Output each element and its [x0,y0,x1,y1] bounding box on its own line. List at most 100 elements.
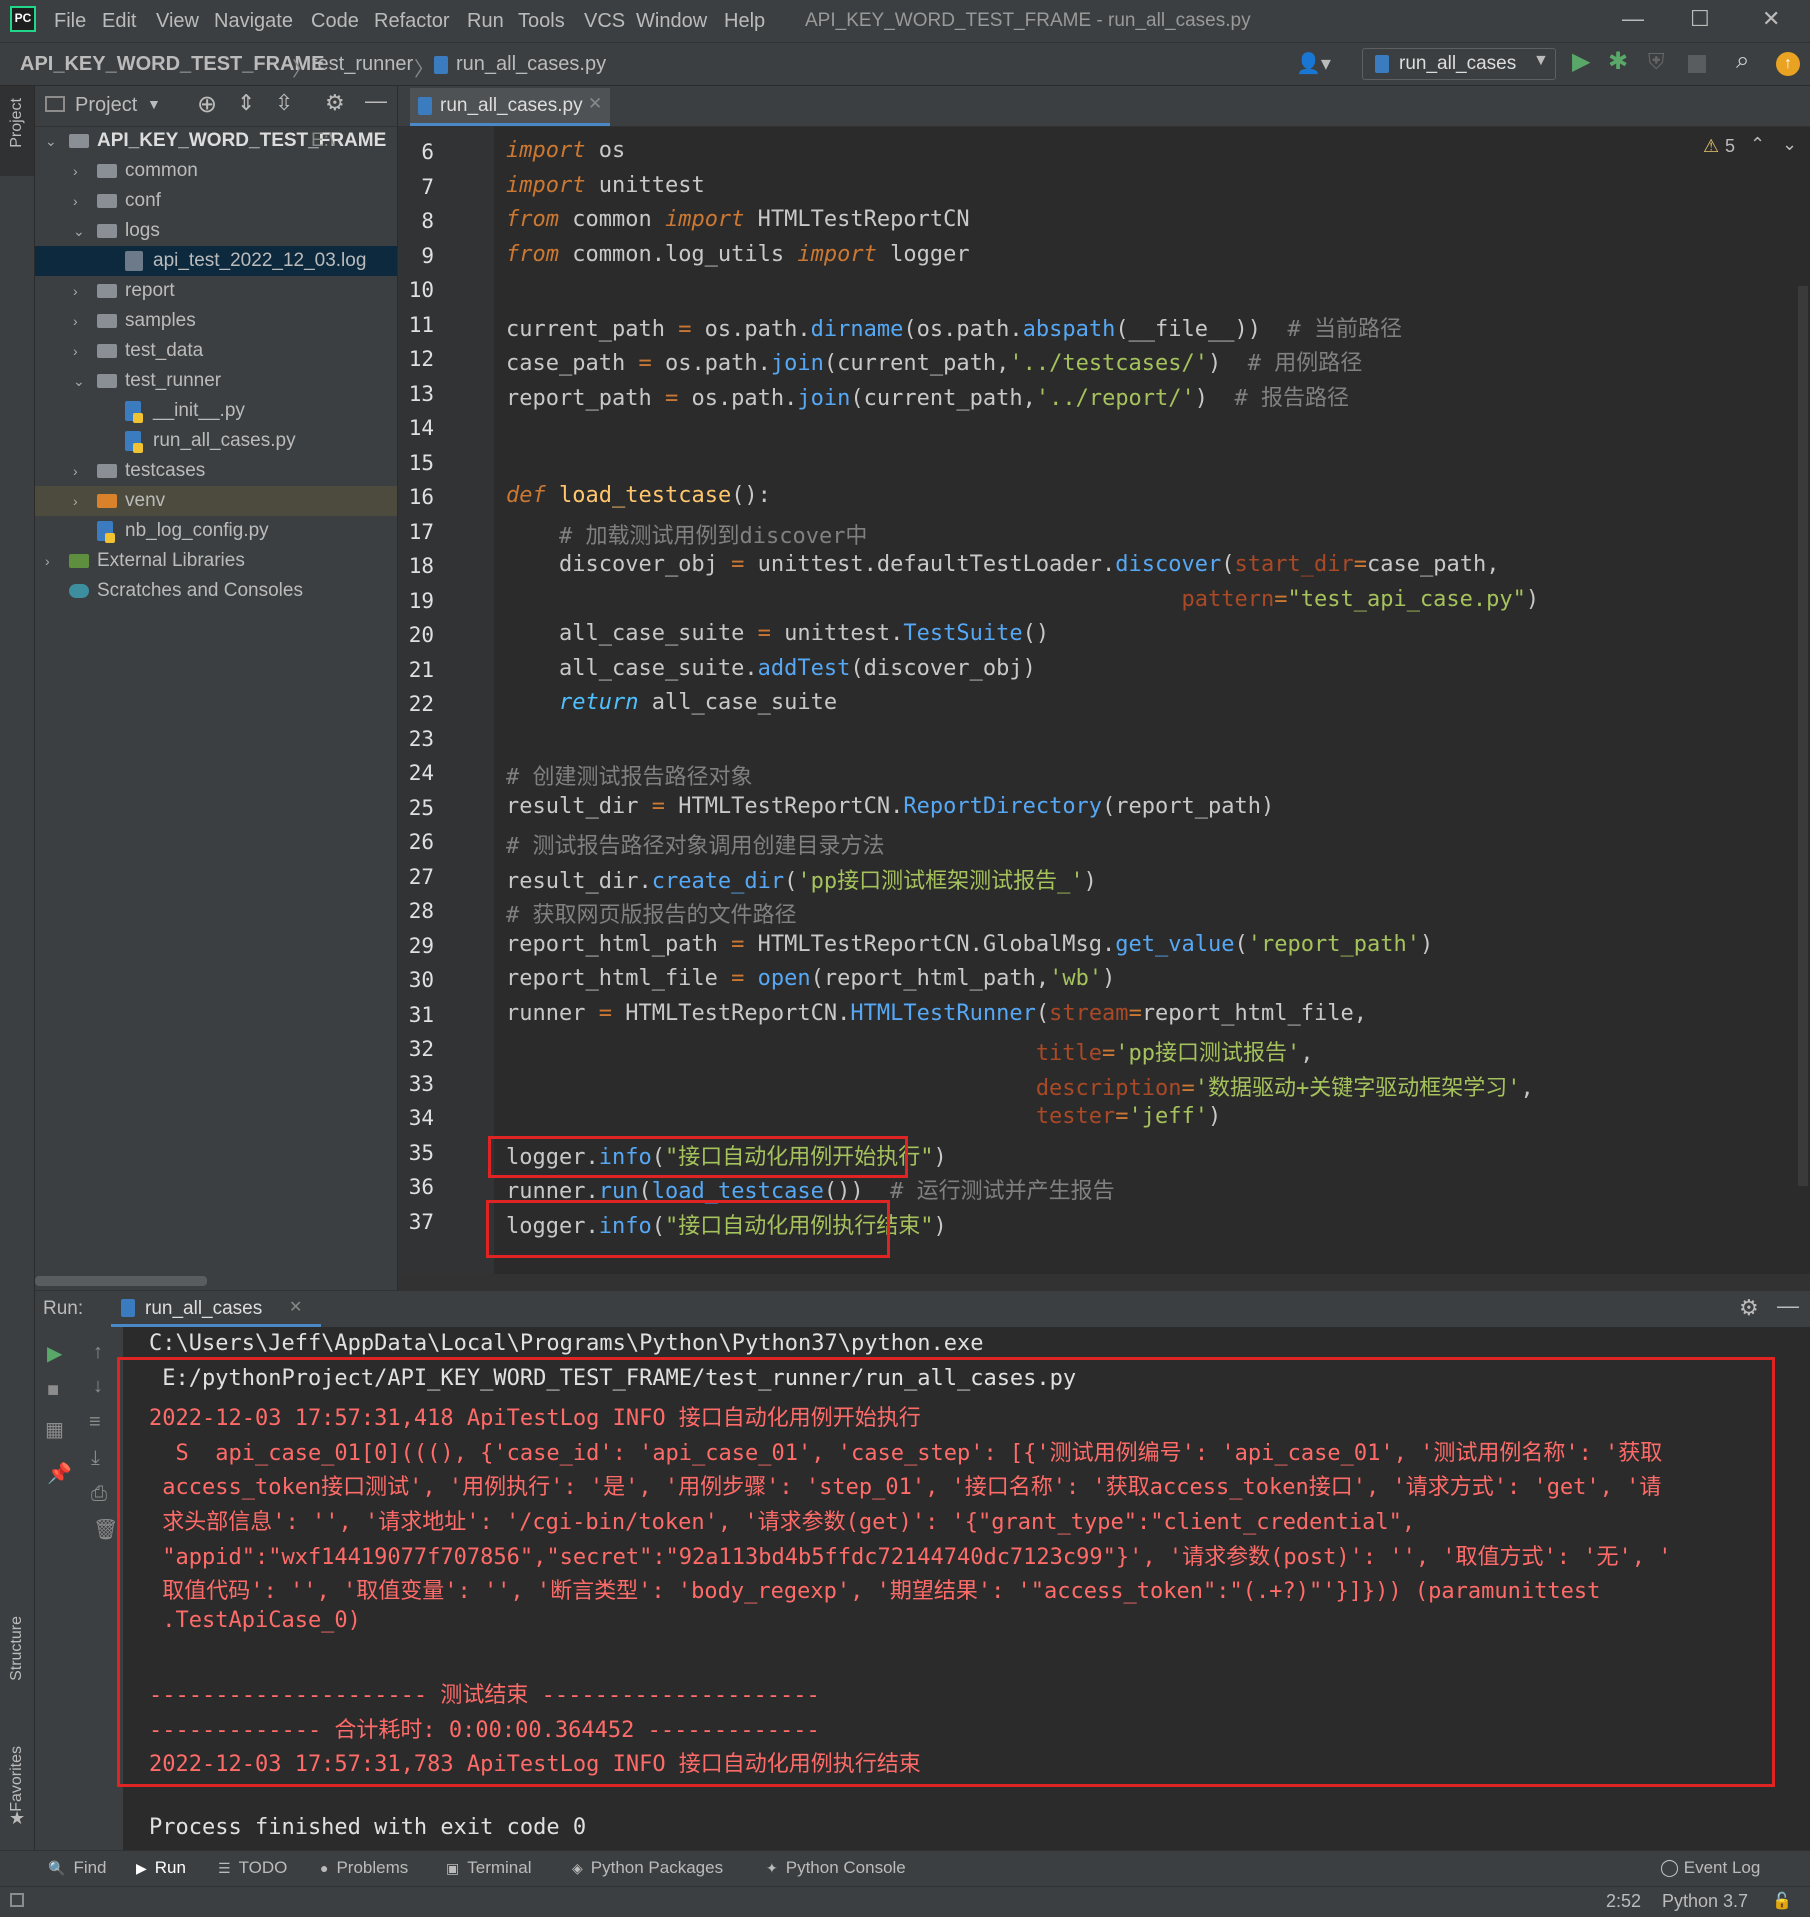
code-token: (): [731,483,771,508]
rerun-icon[interactable]: ▶ [47,1341,62,1366]
hide-icon[interactable]: — [1777,1293,1799,1319]
chevron-down-icon[interactable]: ⌄ [73,366,85,396]
structure-tool-label[interactable]: Structure [8,1616,26,1681]
chevron-right-icon[interactable]: › [73,156,78,186]
toggle-panels-icon[interactable] [10,1893,24,1907]
lock-icon[interactable]: 🔓 [1772,1891,1792,1911]
tool-tab-todo[interactable]: ☰ TODO [218,1858,287,1878]
update-icon[interactable]: ↑ [1776,52,1800,76]
menu-window[interactable]: Window [636,10,707,33]
gear-icon[interactable]: ⚙ [1739,1295,1759,1321]
tool-tab-python-console[interactable]: ✦ Python Console [766,1858,906,1878]
tree-item[interactable]: › testcases [35,456,397,486]
python-interpreter[interactable]: Python 3.7 [1662,1891,1748,1912]
menu-help[interactable]: Help [724,10,765,33]
chevron-right-icon[interactable]: › [73,276,78,306]
pin-icon[interactable]: 📌 [47,1461,72,1486]
caret-position[interactable]: 2:52 [1606,1891,1641,1912]
breadcrumb-project[interactable]: API_KEY_WORD_TEST_FRAME [20,53,325,76]
trash-icon[interactable]: 🗑 [93,1517,118,1542]
star-icon[interactable]: ★ [9,1808,25,1829]
tab-run-all-cases[interactable]: run_all_cases.py ✕ [410,88,610,126]
minimize-icon[interactable]: — [1622,6,1644,32]
close-icon[interactable]: ✕ [1762,6,1780,32]
favorites-tool-label[interactable]: Favorites [8,1746,26,1812]
run-configuration-select[interactable]: run_all_cases ▼ [1362,48,1556,80]
menu-code[interactable]: Code [311,10,359,33]
chevron-right-icon[interactable]: › [73,456,78,486]
collapse-all-icon[interactable]: ⇳ [275,90,293,116]
tree-item[interactable]: › conf [35,186,397,216]
tree-item[interactable]: Scratches and Consoles [35,576,397,606]
code-area[interactable]: import os import unittest from common impo… [398,126,1810,1290]
breadcrumb-file[interactable]: run_all_cases.py [456,53,606,76]
tool-tab-run[interactable]: ▶ Run [136,1858,186,1878]
run-icon[interactable]: ▶ [1572,47,1590,76]
tree-item[interactable]: ⌄ test_runner [35,366,397,396]
menu-navigate[interactable]: Navigate [214,10,293,33]
horizontal-scrollbar[interactable] [35,1276,207,1286]
close-tab-icon[interactable]: ✕ [289,1297,302,1317]
tree-item[interactable]: › test_data [35,336,397,366]
chevron-right-icon[interactable]: › [73,486,78,516]
print-icon[interactable]: ⎙ [91,1483,107,1506]
menu-file[interactable]: File [54,10,86,33]
menu-tools[interactable]: Tools [518,10,565,33]
coverage-icon[interactable]: ⛨ [1648,49,1665,75]
breadcrumb-folder[interactable]: test_runner [312,53,413,76]
menu-view[interactable]: View [156,10,199,33]
tree-item[interactable]: run_all_cases.py [35,426,397,456]
maximize-icon[interactable]: ☐ [1690,6,1710,32]
previous-highlight-icon[interactable]: ⌃ [1750,134,1765,155]
tree-item[interactable]: › common [35,156,397,186]
chevron-down-icon[interactable]: ⌄ [45,126,57,156]
warning-icon[interactable]: ⚠ [1703,136,1719,157]
down-icon[interactable]: ↓ [93,1375,103,1398]
tool-tab-terminal[interactable]: ▣ Terminal [446,1858,531,1878]
vertical-scrollbar[interactable] [1798,286,1808,1186]
next-highlight-icon[interactable]: ⌄ [1782,134,1797,155]
debug-icon[interactable]: ✱ [1608,47,1628,76]
search-icon[interactable]: ⌕ [1736,47,1749,75]
tree-item[interactable]: › External Libraries [35,546,397,576]
tool-tab-event-log[interactable]: ◯ Event Log [1660,1858,1760,1878]
project-tool-label[interactable]: Project [8,98,26,148]
chevron-right-icon[interactable]: › [73,306,78,336]
chevron-down-icon[interactable]: ⌄ [73,216,85,246]
locate-icon[interactable]: ⊕ [197,90,217,119]
tree-item[interactable]: › report [35,276,397,306]
chevron-down-icon[interactable]: ▼ [147,96,161,112]
menu-refactor[interactable]: Refactor [374,10,450,33]
tree-item[interactable]: api_test_2022_12_03.log [35,246,397,276]
chevron-right-icon[interactable]: › [45,546,50,576]
menu-run[interactable]: Run [467,10,504,33]
chevron-right-icon[interactable]: › [73,336,78,366]
tree-item[interactable]: nb_log_config.py [35,516,397,546]
project-view-label[interactable]: Project [75,94,137,117]
stop-icon[interactable]: ■ [47,1379,59,1402]
chevron-right-icon[interactable]: › [73,186,78,216]
menu-vcs[interactable]: VCS [584,10,625,33]
scroll-to-end-icon[interactable]: ⤓ [91,1447,100,1470]
menu-edit[interactable]: Edit [102,10,136,33]
tool-tab-python-packages[interactable]: ◈ Python Packages [572,1858,723,1878]
tool-tab-problems[interactable]: ● Problems [320,1858,408,1878]
tree-item[interactable]: __init__.py [35,396,397,426]
code-token: ( [1234,931,1248,957]
tree-item[interactable]: ⌄ logs [35,216,397,246]
tree-item[interactable]: › venv [35,486,397,516]
soft-wrap-icon[interactable]: ≡ [89,1411,101,1434]
user-icon[interactable]: 👤▾ [1296,51,1331,76]
close-tab-icon[interactable]: ✕ [588,94,602,114]
expand-all-icon[interactable]: ⇕ [237,90,255,116]
hide-icon[interactable]: — [365,88,387,114]
layout-icon[interactable]: ▦ [45,1417,64,1442]
tab-run-all-cases-output[interactable]: run_all_cases ✕ [111,1291,321,1327]
up-icon[interactable]: ↑ [93,1341,103,1364]
code-token: '../report/' [1035,385,1195,411]
tool-tab-find[interactable]: 🔍 Find [48,1858,107,1878]
tree-item[interactable]: ⌄ API_KEY_WORD_TEST_FRAME E:\ [35,126,397,156]
tree-item[interactable]: › samples [35,306,397,336]
gear-icon[interactable]: ⚙ [325,90,345,116]
stop-icon[interactable] [1688,55,1706,73]
